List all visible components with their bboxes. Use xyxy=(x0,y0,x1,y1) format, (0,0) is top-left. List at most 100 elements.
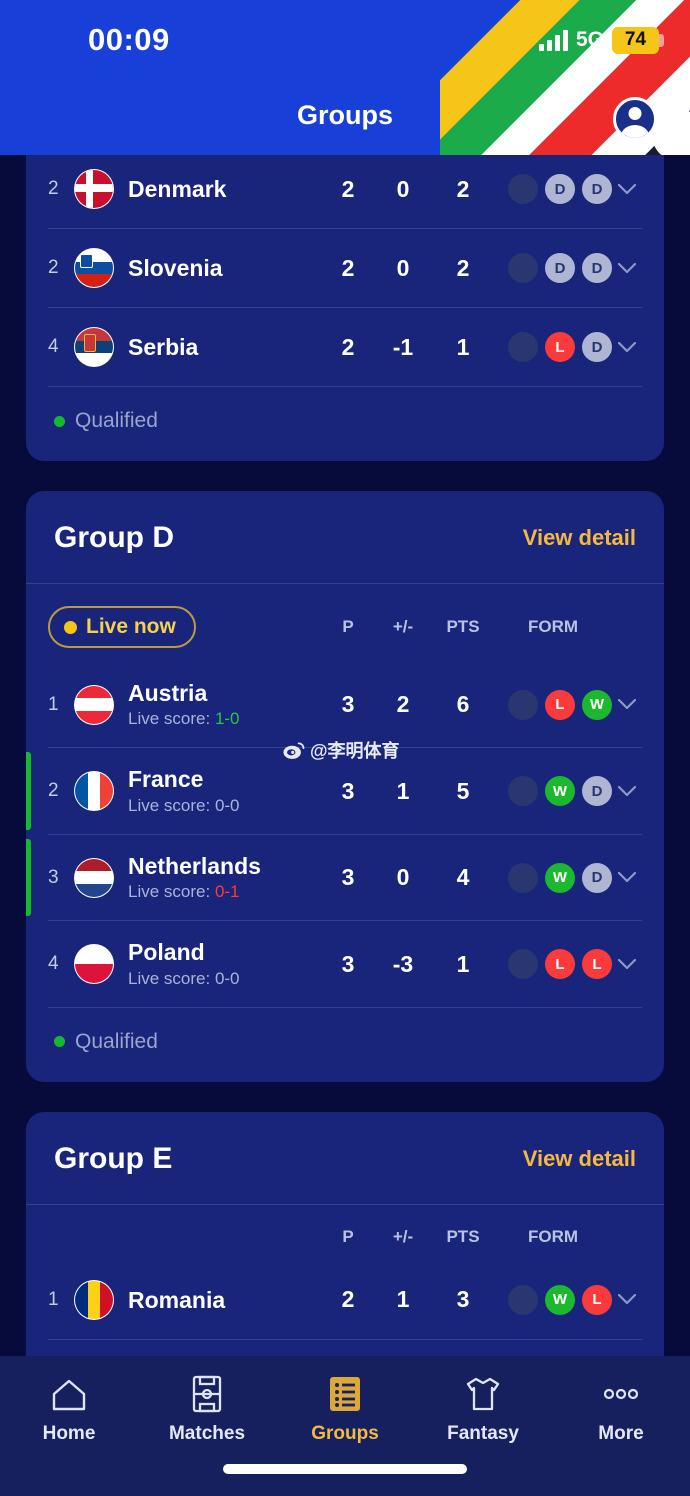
row-rank: 2 xyxy=(48,257,59,278)
nav-label-fantasy: Fantasy xyxy=(447,1423,519,1444)
row-rank: 3 xyxy=(48,866,59,888)
form-badge-d[interactable]: D xyxy=(545,174,575,204)
stat-played: 3 xyxy=(341,691,355,718)
flag-icon-denmark xyxy=(74,169,114,209)
stat-points: 6 xyxy=(456,691,470,718)
expand-row-chevron-down-icon[interactable] xyxy=(612,1294,642,1305)
flag-icon-france xyxy=(74,771,114,812)
stat-points: 2 xyxy=(456,175,470,202)
battery-level: 74 xyxy=(624,29,647,50)
stat-played: 2 xyxy=(341,254,355,281)
stat-goal-diff: 0 xyxy=(396,175,410,202)
row-rank: 4 xyxy=(48,953,59,975)
row-rank: 2 xyxy=(48,780,59,802)
nav-label-more: More xyxy=(598,1423,644,1444)
nav-item-home[interactable]: Home xyxy=(0,1374,138,1445)
stat-points: 4 xyxy=(456,864,470,891)
form-badge-d[interactable]: D xyxy=(582,174,612,204)
nav-item-matches[interactable]: Matches xyxy=(138,1374,276,1445)
form-badge-empty xyxy=(508,332,538,362)
form-badge-l[interactable]: L xyxy=(582,1284,612,1315)
stat-played: 2 xyxy=(341,333,355,360)
table-row[interactable]: 4 Poland Live score: 0-0 3 -3 1 LL xyxy=(26,921,664,1006)
form-badge-w[interactable]: W xyxy=(545,776,575,807)
form-badge-empty xyxy=(508,776,538,807)
form-badge-empty xyxy=(508,253,538,283)
nav-label-home: Home xyxy=(42,1423,96,1444)
form-badge-l[interactable]: L xyxy=(545,949,575,980)
form-badge-d[interactable]: D xyxy=(582,332,612,362)
live-now-pill[interactable]: Live now xyxy=(48,606,196,648)
home-indicator xyxy=(223,1464,467,1474)
row-rank: 1 xyxy=(48,693,59,715)
status-clock: 00:09 xyxy=(88,22,170,57)
stat-points: 5 xyxy=(456,777,470,804)
live-score: Live score: 0-0 xyxy=(128,968,240,988)
table-row[interactable]: 4 Serbia 2 -1 1 LD xyxy=(26,308,664,386)
table-row[interactable]: 3 Netherlands Live score: 0-1 3 0 4 WD xyxy=(26,835,664,920)
form-badges: LL xyxy=(494,949,612,980)
form-badge-l[interactable]: L xyxy=(545,689,575,720)
expand-row-chevron-down-icon[interactable] xyxy=(612,699,642,710)
team-name: Slovenia xyxy=(128,254,223,281)
table-row[interactable]: 1 Romania 2 1 3 WL xyxy=(26,1261,664,1339)
form-badge-l[interactable]: L xyxy=(582,949,612,980)
form-badge-w[interactable]: W xyxy=(582,689,612,720)
table-row[interactable]: 2 Slovenia 2 0 2 DD xyxy=(26,229,664,307)
column-header-gd: +/- xyxy=(392,1226,414,1246)
view-detail-link[interactable]: View detail xyxy=(523,1146,636,1172)
page-title: Groups xyxy=(296,100,393,130)
row-rank: 1 xyxy=(48,1288,59,1310)
live-score: Live score: 0-0 xyxy=(128,795,240,815)
team-name: Denmark xyxy=(128,175,227,202)
nav-item-more[interactable]: More xyxy=(552,1374,690,1445)
group-card-header: Group E View detail xyxy=(26,1112,664,1204)
expand-row-chevron-down-icon[interactable] xyxy=(612,183,642,195)
expand-row-chevron-down-icon[interactable] xyxy=(612,872,642,883)
qualified-dot-icon xyxy=(54,1036,65,1048)
form-badge-d[interactable]: D xyxy=(545,253,575,283)
home-icon xyxy=(50,1374,88,1414)
form-badge-w[interactable]: W xyxy=(545,1284,575,1315)
stat-points: 2 xyxy=(456,254,470,281)
expand-row-chevron-down-icon[interactable] xyxy=(612,341,642,353)
team-name: Romania xyxy=(128,1286,226,1313)
team-name: France xyxy=(128,766,204,793)
user-avatar-icon[interactable] xyxy=(613,97,657,141)
nav-item-groups[interactable]: Groups xyxy=(276,1374,414,1445)
stat-points: 1 xyxy=(456,333,470,360)
stat-goal-diff: 0 xyxy=(396,254,410,281)
stat-played: 2 xyxy=(341,1286,355,1313)
group-card: Group E View detail P +/- PTS FORM 1 Rom… xyxy=(26,1111,664,1356)
flag-icon-romania xyxy=(74,1279,114,1320)
form-badge-d[interactable]: D xyxy=(582,862,612,893)
form-badge-d[interactable]: D xyxy=(582,776,612,807)
groups-scroll-area[interactable]: 2 Denmark 2 0 2 DD 2 Slovenia 2 0 2 DD 4… xyxy=(0,155,690,1356)
column-header-p: P xyxy=(342,617,354,636)
flag-icon-poland xyxy=(74,944,114,985)
qualified-indicator xyxy=(26,838,31,917)
form-badge-l[interactable]: L xyxy=(545,332,575,362)
team-name: Poland xyxy=(128,939,205,966)
view-detail-link[interactable]: View detail xyxy=(523,525,636,551)
table-row[interactable]: 1 Austria Live score: 1-0 3 2 6 LW xyxy=(26,662,664,747)
form-badges: WD xyxy=(494,862,612,893)
expand-row-chevron-down-icon[interactable] xyxy=(612,785,642,797)
table-row[interactable]: 2 France Live score: 0-0 3 1 5 WD xyxy=(26,748,664,833)
table-row[interactable]: 2 Denmark 2 0 2 DD xyxy=(26,155,664,228)
form-badges: LD xyxy=(494,332,612,362)
stat-played: 3 xyxy=(341,864,355,891)
nav-item-fantasy[interactable]: Fantasy xyxy=(414,1374,552,1445)
stat-played: 2 xyxy=(341,175,355,202)
signal-bars-icon xyxy=(538,29,568,51)
form-badge-w[interactable]: W xyxy=(545,862,575,893)
stat-points: 1 xyxy=(456,950,470,977)
form-badge-d[interactable]: D xyxy=(582,253,612,283)
expand-row-chevron-down-icon[interactable] xyxy=(612,958,642,970)
live-dot-icon xyxy=(64,620,77,634)
pitch-icon xyxy=(192,1374,222,1414)
expand-row-chevron-down-icon[interactable] xyxy=(612,262,642,274)
stat-goal-diff: 0 xyxy=(396,864,410,891)
stat-goal-diff: 1 xyxy=(396,1286,410,1313)
table-row[interactable]: 2 Belgium 2 1 3 LW xyxy=(26,1340,664,1356)
